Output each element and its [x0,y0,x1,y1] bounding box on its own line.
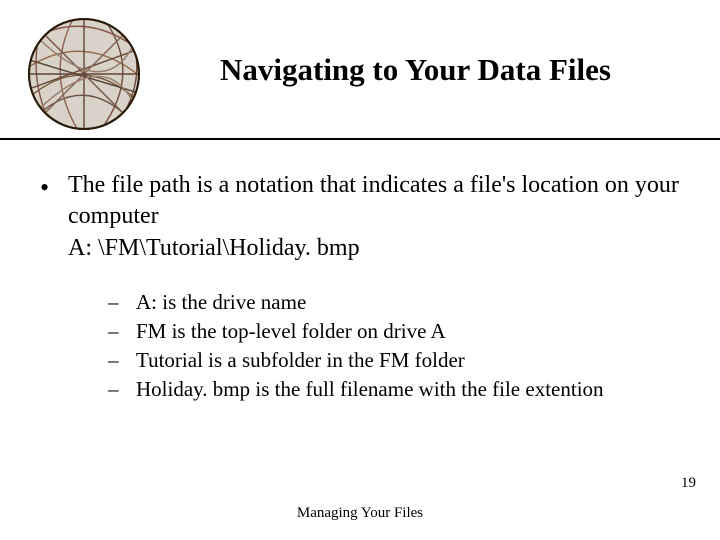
sub-bullet-text: A: is the drive name [136,288,306,317]
sub-bullet-list: – A: is the drive name – FM is the top-l… [108,288,680,404]
footer-title: Managing Your Files [0,505,720,522]
sub-bullet: – Tutorial is a subfolder in the FM fold… [108,346,680,375]
dash-marker: – [108,288,136,317]
sub-bullet: – FM is the top-level folder on drive A [108,317,680,346]
sub-bullet: – Holiday. bmp is the full filename with… [108,375,680,404]
dash-marker: – [108,375,136,404]
bullet-main: • The file path is a notation that indic… [40,170,680,231]
path-example: A: \FM\Tutorial\Holiday. bmp [68,233,680,264]
dash-marker: – [108,346,136,375]
bullet-main-text: The file path is a notation that indicat… [68,170,680,231]
sub-bullet-text: Tutorial is a subfolder in the FM folder [136,346,465,375]
sub-bullet-text: FM is the top-level folder on drive A [136,317,446,346]
dash-marker: – [108,317,136,346]
abstract-sphere-logo [14,14,154,134]
page-number: 19 [681,475,696,492]
slide-header: Navigating to Your Data Files [0,0,720,140]
slide-body: • The file path is a notation that indic… [0,140,720,404]
bullet-marker: • [40,170,68,204]
slide-title: Navigating to Your Data Files [220,52,611,88]
sub-bullet-text: Holiday. bmp is the full filename with t… [136,375,604,404]
sub-bullet: – A: is the drive name [108,288,680,317]
